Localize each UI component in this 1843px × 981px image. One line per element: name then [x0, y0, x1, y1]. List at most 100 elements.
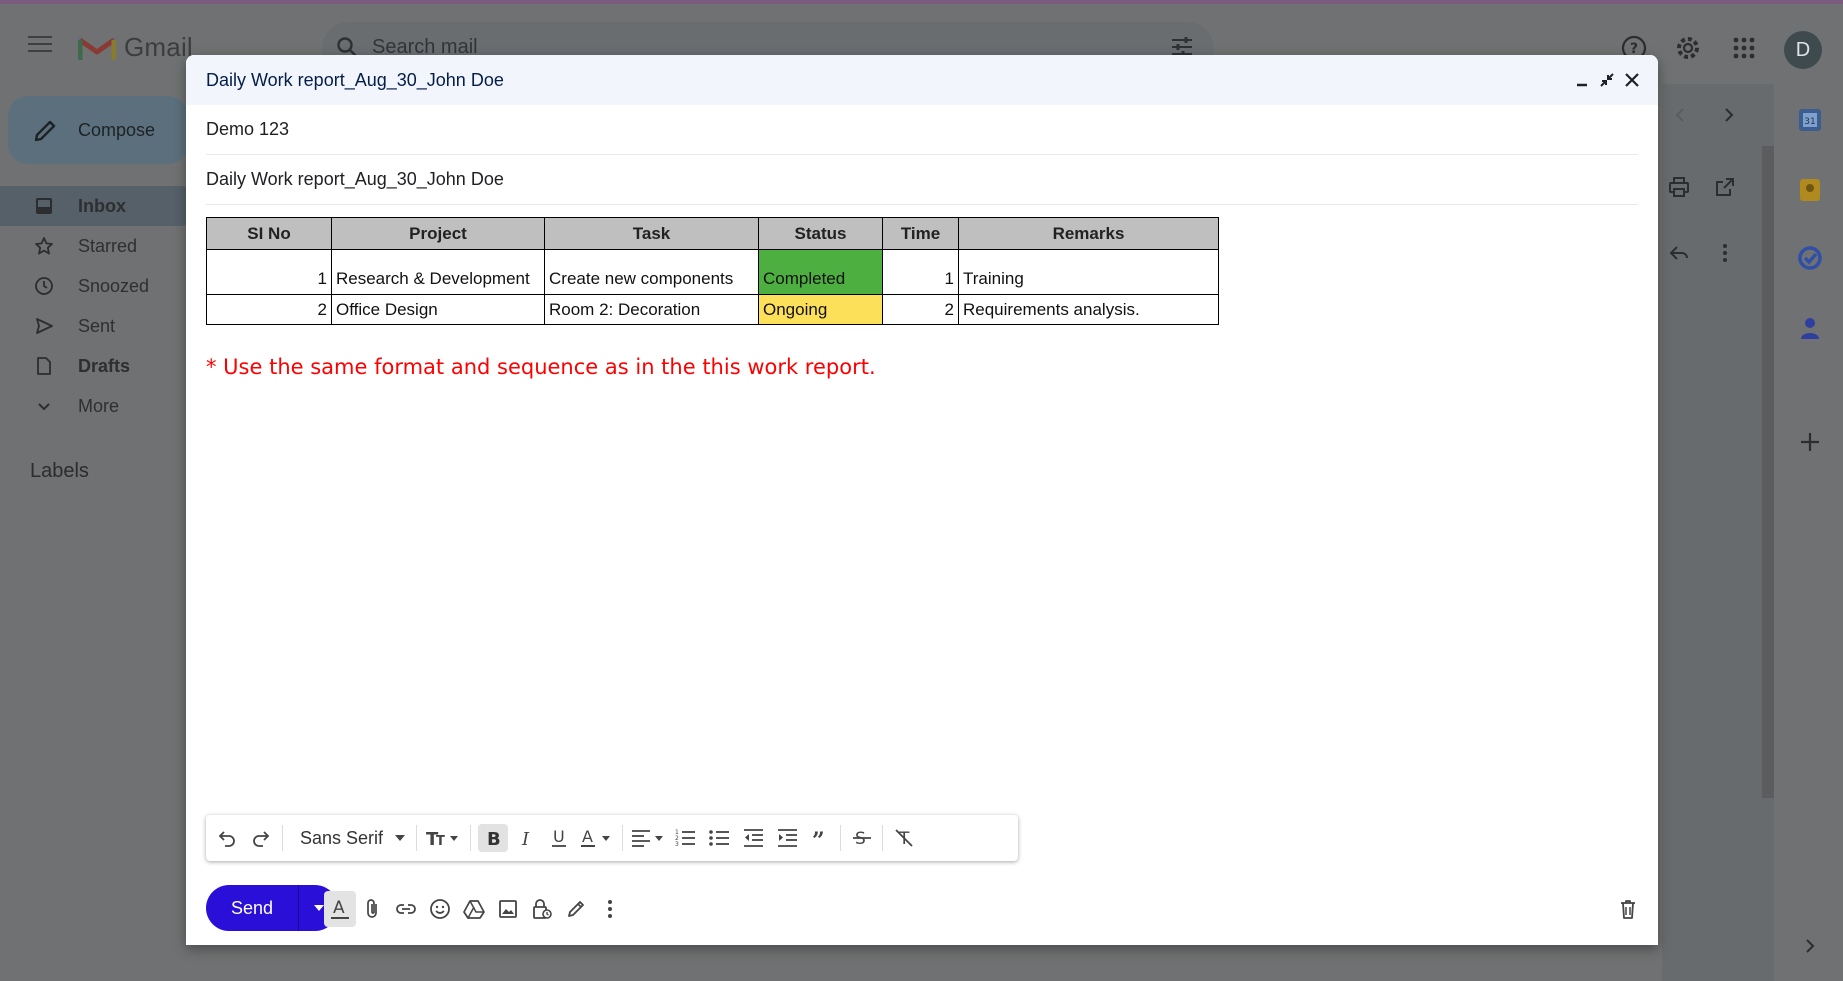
- toolbar-divider: [840, 825, 841, 851]
- table-cell[interactable]: 2: [882, 294, 959, 325]
- sidebar-item-drafts[interactable]: Drafts: [0, 346, 200, 386]
- apps-grid-icon[interactable]: [1730, 34, 1758, 62]
- exit-fullscreen-icon[interactable]: [1596, 69, 1618, 91]
- toolbar-divider: [882, 825, 883, 851]
- subject-value[interactable]: Daily Work report_Aug_30_John Doe: [206, 169, 504, 190]
- table-cell[interactable]: 1: [882, 249, 959, 295]
- table-cell[interactable]: 1: [206, 249, 332, 295]
- sidebar-item-label: More: [78, 395, 120, 416]
- sidebar-item-starred[interactable]: Starred: [0, 226, 200, 266]
- print-icon[interactable]: [1668, 176, 1690, 198]
- calendar-icon[interactable]: 31: [1790, 100, 1830, 140]
- add-addon-icon[interactable]: [1790, 422, 1830, 462]
- sidebar-nav: Inbox Starred Snoozed Sent Drafts More: [0, 186, 200, 426]
- formatting-options-icon[interactable]: A: [324, 891, 356, 927]
- align-icon[interactable]: [630, 824, 670, 852]
- reading-pane-scrollbar[interactable]: [1762, 146, 1774, 798]
- svg-text:A: A: [333, 898, 345, 918]
- numbered-list-icon[interactable]: 123: [672, 824, 698, 852]
- chevron-right-icon[interactable]: [1719, 106, 1737, 124]
- minimize-icon[interactable]: [1572, 69, 1594, 91]
- attach-file-icon[interactable]: [358, 895, 386, 923]
- redo-icon[interactable]: [248, 824, 274, 852]
- column-header[interactable]: Time: [882, 217, 959, 250]
- compose-button[interactable]: Compose: [8, 96, 188, 164]
- compose-header[interactable]: Daily Work report_Aug_30_John Doe: [186, 55, 1658, 105]
- compose-title: Daily Work report_Aug_30_John Doe: [206, 70, 504, 90]
- gmail-logo[interactable]: Gmail: [78, 32, 193, 63]
- status-cell-completed[interactable]: Completed: [758, 249, 883, 295]
- expand-panel-icon[interactable]: [1790, 926, 1830, 966]
- contacts-icon[interactable]: [1790, 308, 1830, 348]
- confidential-mode-icon[interactable]: [528, 895, 556, 923]
- table-cell[interactable]: Create new components: [544, 249, 759, 295]
- open-in-new-window-icon[interactable]: [1714, 176, 1736, 198]
- sidebar-item-label: Sent: [78, 315, 116, 336]
- chevron-left-icon[interactable]: [1672, 106, 1690, 124]
- undo-icon[interactable]: [214, 824, 240, 852]
- sidebar-item-label: Snoozed: [78, 275, 150, 296]
- table-cell[interactable]: Office Design: [331, 294, 545, 325]
- close-icon[interactable]: [1621, 69, 1643, 91]
- insert-photo-icon[interactable]: [494, 895, 522, 923]
- recipient-chip[interactable]: Demo 123: [206, 119, 289, 140]
- remove-formatting-icon[interactable]: T: [890, 824, 918, 852]
- work-report-table[interactable]: SI No Project Task Status Time Remarks 1…: [206, 217, 1219, 325]
- bold-icon[interactable]: B: [478, 824, 508, 852]
- settings-gear-icon[interactable]: [1674, 34, 1702, 62]
- discard-draft-trash-icon[interactable]: [1614, 895, 1642, 923]
- send-icon: [36, 318, 53, 334]
- emoji-icon[interactable]: [426, 895, 454, 923]
- sidebar-item-snoozed[interactable]: Snoozed: [0, 266, 200, 306]
- tasks-icon[interactable]: [1790, 238, 1830, 278]
- font-dropdown-arrow-icon[interactable]: [392, 824, 408, 852]
- column-header[interactable]: Task: [544, 217, 759, 250]
- table-cell[interactable]: Requirements analysis.: [958, 294, 1219, 325]
- inbox-icon: [36, 198, 52, 214]
- sidebar-item-sent[interactable]: Sent: [0, 306, 200, 346]
- compose-window: Daily Work report_Aug_30_John Doe Demo 1…: [186, 55, 1658, 945]
- message-body[interactable]: SI No Project Task Status Time Remarks 1…: [206, 217, 1638, 379]
- more-options-icon[interactable]: [596, 895, 624, 923]
- more-vert-icon[interactable]: [1714, 242, 1736, 264]
- pencil-icon: [34, 120, 56, 142]
- table-cell[interactable]: Training: [958, 249, 1219, 295]
- quote-icon[interactable]: ”: [808, 824, 834, 852]
- keep-icon[interactable]: [1790, 170, 1830, 210]
- signature-pen-icon[interactable]: [562, 895, 590, 923]
- column-header[interactable]: Project: [331, 217, 545, 250]
- sidebar-item-more[interactable]: More: [0, 386, 200, 426]
- column-header[interactable]: SI No: [206, 217, 332, 250]
- account-avatar[interactable]: D: [1784, 31, 1822, 69]
- indent-less-icon[interactable]: [740, 824, 766, 852]
- table-cell[interactable]: 2: [206, 294, 332, 325]
- status-cell-ongoing[interactable]: Ongoing: [758, 294, 883, 325]
- table-cell[interactable]: Room 2: Decoration: [544, 294, 759, 325]
- italic-icon[interactable]: I: [514, 824, 540, 852]
- table-cell[interactable]: Research & Development: [331, 249, 545, 295]
- reading-pane: [1662, 84, 1774, 981]
- chevron-down-icon: [38, 403, 50, 411]
- underline-icon[interactable]: U: [546, 824, 572, 852]
- main-menu-icon[interactable]: [28, 36, 52, 54]
- text-color-icon[interactable]: A: [578, 824, 618, 852]
- send-button[interactable]: Send: [206, 885, 298, 931]
- bulleted-list-icon[interactable]: [706, 824, 732, 852]
- subject-field[interactable]: Daily Work report_Aug_30_John Doe: [206, 155, 1638, 205]
- labels-heading: Labels: [30, 460, 89, 482]
- google-drive-icon[interactable]: [460, 895, 488, 923]
- svg-text:A: A: [582, 827, 593, 846]
- svg-text:B: B: [487, 829, 501, 848]
- column-header[interactable]: Status: [758, 217, 883, 250]
- font-family-select[interactable]: Sans Serif: [300, 828, 383, 849]
- strikethrough-icon[interactable]: S: [848, 824, 876, 852]
- toolbar-divider: [622, 825, 623, 851]
- text-size-icon[interactable]: TT: [424, 824, 464, 852]
- column-header[interactable]: Remarks: [958, 217, 1219, 250]
- reply-icon[interactable]: [1668, 242, 1690, 264]
- recipients-field[interactable]: Demo 123: [206, 105, 1638, 155]
- sidebar-item-inbox[interactable]: Inbox: [0, 186, 200, 226]
- compose-label: Compose: [78, 120, 156, 140]
- insert-link-icon[interactable]: [392, 895, 420, 923]
- indent-more-icon[interactable]: [774, 824, 800, 852]
